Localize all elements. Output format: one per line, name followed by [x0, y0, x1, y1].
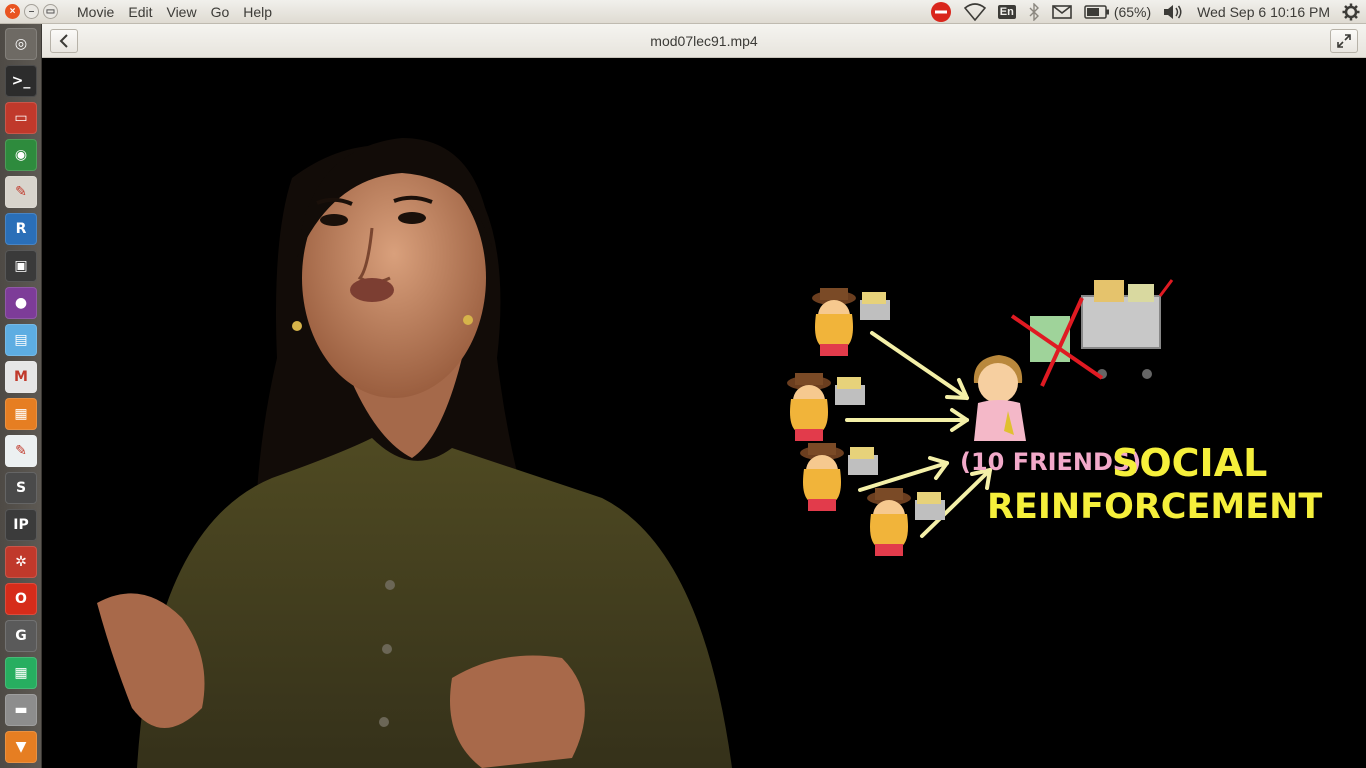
social-label: SOCIAL [1112, 441, 1267, 485]
gp-glyph: G [15, 628, 27, 644]
mail-icon[interactable] [1046, 0, 1078, 24]
rejected-carts [1010, 279, 1174, 387]
do-not-disturb-icon[interactable] [924, 0, 958, 24]
menu-movie[interactable]: Movie [70, 4, 121, 20]
restore-window-button[interactable]: ▭ [43, 4, 58, 19]
bluetooth-icon[interactable] [1022, 0, 1046, 24]
settings-gear-glyph: ✲ [15, 554, 27, 570]
fullscreen-icon [1337, 34, 1351, 48]
clock-label: Wed Sep 6 10:16 PM [1197, 4, 1330, 20]
files-glyph: ▭ [14, 110, 28, 126]
drive-glyph: ▬ [14, 702, 28, 718]
terminal-glyph: >_ [11, 73, 31, 89]
calc-icon[interactable]: ▦ [5, 657, 37, 689]
files-icon[interactable]: ▭ [5, 102, 37, 134]
sublime-icon[interactable]: S [5, 472, 37, 504]
opera-glyph: O [15, 591, 27, 607]
top-panel: × – ▭ Movie Edit View Go Help En (65%) W… [0, 0, 1366, 24]
screen-recorder-glyph: ● [14, 295, 28, 311]
gmail-glyph: M [14, 369, 28, 385]
dash-icon[interactable]: ◎ [5, 28, 37, 60]
reinforcement-label: REINFORCEMENT [987, 487, 1322, 527]
battery-indicator[interactable]: (65%) [1078, 0, 1157, 24]
menu-help[interactable]: Help [236, 4, 279, 20]
launcher: ◎>_▭◉✎R▣●▤M▦✎SIP✲OG▦▬▼▬ [0, 24, 42, 768]
ipython-glyph: IP [13, 517, 29, 533]
evince-glyph: ✎ [15, 184, 27, 200]
evince-icon[interactable]: ✎ [5, 176, 37, 208]
keyboard-layout-indicator[interactable]: En [992, 0, 1022, 24]
keyboard-layout-label: En [997, 5, 1016, 19]
ipython-icon[interactable]: IP [5, 509, 37, 541]
window-controls: × – ▭ [0, 4, 60, 19]
minimize-window-button[interactable]: – [24, 4, 39, 19]
menu-go[interactable]: Go [204, 4, 237, 20]
menu-view[interactable]: View [159, 4, 203, 20]
r-glyph: R [15, 221, 27, 237]
drive-icon[interactable]: ▬ [5, 694, 37, 726]
video-icon[interactable]: ▣ [5, 250, 37, 282]
impress-glyph: ▦ [14, 406, 28, 422]
r-icon[interactable]: R [5, 213, 37, 245]
document-viewer-icon[interactable]: ▤ [5, 324, 37, 356]
video-glyph: ▣ [14, 258, 28, 274]
menu-bar: Movie Edit View Go Help [70, 4, 279, 20]
video-content: (10 FRIENDS) SOCIAL REINFORCEMENT [97, 138, 1322, 768]
opera-icon[interactable]: O [5, 583, 37, 615]
document-viewer-glyph: ▤ [14, 332, 28, 348]
sublime-glyph: S [15, 480, 27, 496]
close-window-button[interactable]: × [5, 4, 20, 19]
video-frame[interactable]: (10 FRIENDS) SOCIAL REINFORCEMENT [42, 58, 1366, 768]
window-header: mod07lec91.mp4 [42, 24, 1366, 58]
system-gear-icon[interactable] [1336, 0, 1366, 24]
gp-icon[interactable]: G [5, 620, 37, 652]
wifi-icon[interactable] [958, 0, 992, 24]
chrome-glyph: ◉ [14, 147, 28, 163]
install-glyph: ▼ [15, 739, 27, 755]
presenter [97, 138, 732, 768]
window-title: mod07lec91.mp4 [650, 33, 758, 49]
central-person [973, 355, 1026, 441]
menu-edit[interactable]: Edit [121, 4, 159, 20]
text-editor-icon[interactable]: ✎ [5, 435, 37, 467]
terminal-icon[interactable]: >_ [5, 65, 37, 97]
battery-percent: (65%) [1113, 4, 1152, 20]
install-icon[interactable]: ▼ [5, 731, 37, 763]
gmail-icon[interactable]: M [5, 361, 37, 393]
text-editor-glyph: ✎ [15, 443, 27, 459]
dash-glyph: ◎ [14, 36, 28, 52]
impress-icon[interactable]: ▦ [5, 398, 37, 430]
volume-icon[interactable] [1157, 0, 1191, 24]
fullscreen-button[interactable] [1330, 29, 1358, 53]
calc-glyph: ▦ [14, 665, 28, 681]
settings-gear-icon[interactable]: ✲ [5, 546, 37, 578]
clock[interactable]: Wed Sep 6 10:16 PM [1191, 0, 1336, 24]
battery-icon [1084, 5, 1109, 19]
indicator-area: En (65%) Wed Sep 6 10:16 PM [924, 0, 1366, 24]
chrome-icon[interactable]: ◉ [5, 139, 37, 171]
screen-recorder-icon[interactable]: ● [5, 287, 37, 319]
